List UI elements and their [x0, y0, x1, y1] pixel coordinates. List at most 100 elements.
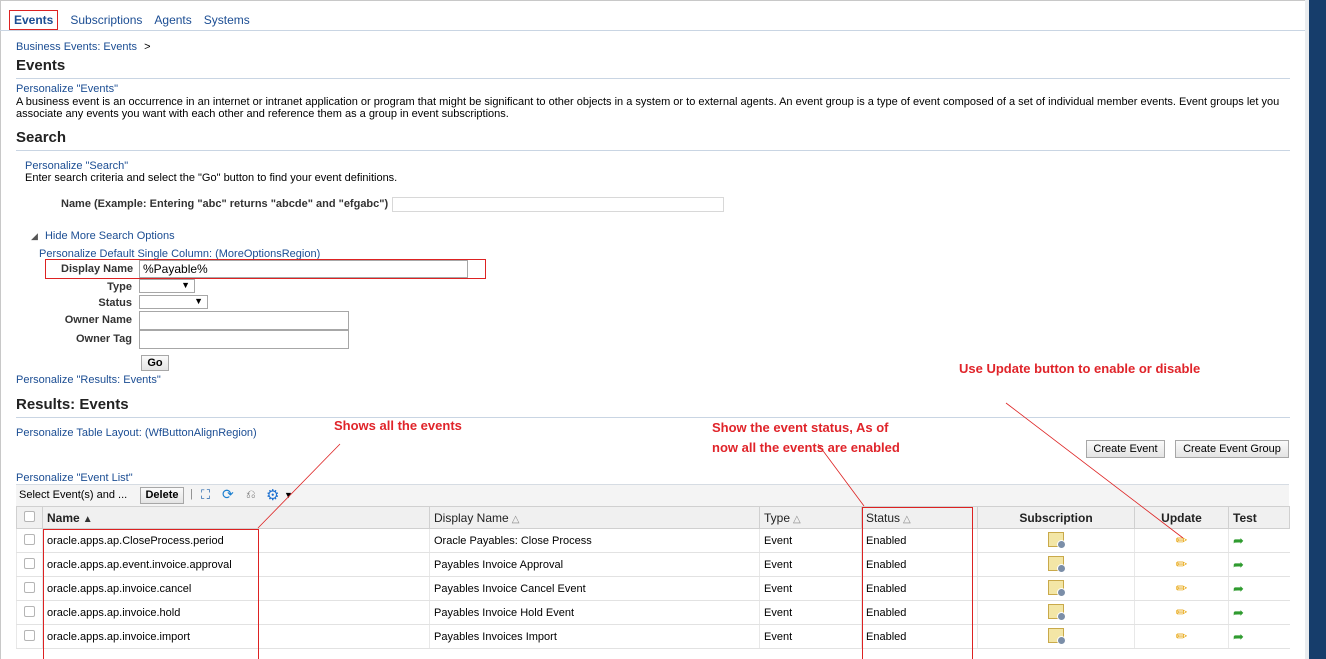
name-column-header[interactable]: Name ▲	[42, 506, 430, 529]
owner-tag-label: Owner Tag	[75, 333, 132, 345]
page-title: Events	[16, 57, 66, 74]
annotation-status-line1: Show the event status, As of	[712, 420, 889, 435]
type-header-label: Type	[764, 510, 791, 525]
tab-systems[interactable]: Systems	[204, 13, 250, 27]
select-events-label: Select Event(s) and ...	[19, 489, 128, 501]
row-checkbox[interactable]	[24, 629, 35, 641]
sort-icon[interactable]: △	[793, 514, 801, 525]
detach-icon[interactable]: ⛶	[201, 487, 210, 503]
row-display-name: Payables Invoice Approval	[429, 552, 760, 577]
results-rule	[16, 417, 1290, 418]
update-pencil-icon[interactable]: ✏	[1176, 604, 1188, 621]
test-icon[interactable]: ➦	[1233, 605, 1244, 621]
delete-button[interactable]: Delete	[140, 487, 184, 504]
refresh-icon[interactable]: ⟳	[222, 486, 234, 503]
search-instructions: Enter search criteria and select the "Go…	[25, 172, 398, 184]
display-name-label: Display Name	[61, 263, 134, 275]
sort-icon[interactable]: △	[512, 514, 520, 525]
table-toolbar: Select Event(s) and ... Delete | ⛶ ⟳ ⎌ ⚙…	[16, 484, 1289, 507]
personalize-table-layout-link[interactable]: Personalize Table Layout: (WfButtonAlign…	[16, 427, 257, 439]
toolbar-separator: |	[190, 488, 193, 500]
row-type: Event	[759, 552, 862, 577]
personalize-events-link[interactable]: Personalize "Events"	[16, 83, 118, 95]
go-button[interactable]: Go	[141, 355, 169, 371]
tab-agents[interactable]: Agents	[154, 13, 191, 27]
row-checkbox[interactable]	[24, 533, 35, 545]
update-pencil-icon[interactable]: ✏	[1176, 556, 1188, 573]
test-icon[interactable]: ➦	[1233, 581, 1244, 597]
row-checkbox[interactable]	[24, 605, 35, 617]
row-display-name: Payables Invoice Cancel Event	[429, 576, 760, 601]
annotation-shows-all: Shows all the events	[334, 418, 462, 433]
select-all-header[interactable]	[16, 506, 43, 529]
right-edge-bar	[1309, 0, 1326, 659]
name-column-highlight	[43, 529, 259, 659]
display-name-input[interactable]	[139, 260, 468, 278]
title-rule	[16, 78, 1290, 79]
sort-ascending-icon[interactable]: ▲	[83, 514, 93, 525]
tab-divider	[0, 30, 1305, 31]
subscription-icon[interactable]	[1048, 555, 1066, 573]
status-column-highlight	[862, 507, 973, 659]
owner-name-input[interactable]	[139, 311, 349, 330]
breadcrumb: Business Events: Events >	[16, 41, 151, 53]
test-icon[interactable]: ➦	[1233, 557, 1244, 573]
hide-more-options-link[interactable]: Hide More Search Options	[45, 230, 175, 242]
name-header-label: Name	[47, 510, 80, 525]
breadcrumb-link[interactable]: Business Events: Events	[16, 41, 137, 53]
breadcrumb-separator: >	[144, 41, 151, 53]
name-input[interactable]	[392, 197, 724, 212]
row-checkbox[interactable]	[24, 557, 35, 569]
row-display-name: Payables Invoices Import	[429, 624, 760, 649]
row-display-name: Payables Invoice Hold Event	[429, 600, 760, 625]
subscription-column-header: Subscription	[977, 506, 1135, 529]
test-icon[interactable]: ➦	[1233, 533, 1244, 549]
update-pencil-icon[interactable]: ✏	[1176, 628, 1188, 645]
hide-more-options[interactable]: ◢ Hide More Search Options	[31, 230, 175, 242]
row-display-name: Oracle Payables: Close Process	[429, 528, 760, 553]
results-title: Results: Events	[16, 396, 129, 413]
dropdown-arrow-icon: ▼	[181, 280, 190, 290]
search-rule	[16, 150, 1290, 151]
tab-bar: Events Subscriptions Agents Systems	[9, 9, 262, 31]
type-column-header[interactable]: Type △	[759, 506, 862, 529]
personalize-event-list-link[interactable]: Personalize "Event List"	[16, 472, 133, 484]
annotation-update-note: Use Update button to enable or disable	[959, 361, 1201, 376]
type-select[interactable]: ▼	[139, 279, 195, 293]
collapse-triangle-icon: ◢	[31, 231, 38, 241]
annotation-status-line2: now all the events are enabled	[712, 440, 900, 455]
table-header-row: Name ▲ Display Name △ Type △ Status △ Subscr…	[16, 506, 1290, 529]
test-icon[interactable]: ➦	[1233, 629, 1244, 645]
owner-tag-input[interactable]	[139, 330, 349, 349]
personalize-search-link[interactable]: Personalize "Search"	[25, 160, 128, 172]
subscription-icon[interactable]	[1048, 579, 1066, 597]
display-name-column-header[interactable]: Display Name △	[429, 506, 760, 529]
settings-gear-icon[interactable]: ⚙	[266, 486, 279, 504]
create-event-button[interactable]: Create Event	[1086, 440, 1165, 458]
update-pencil-icon[interactable]: ✏	[1176, 532, 1188, 549]
search-title: Search	[16, 129, 67, 146]
page-description: A business event is an occurrence in an …	[16, 96, 1280, 120]
status-select[interactable]: ▼	[139, 295, 208, 309]
row-type: Event	[759, 528, 862, 553]
display-name-header-label: Display Name	[434, 510, 509, 525]
undo-icon[interactable]: ⎌	[246, 487, 256, 502]
personalize-results-link[interactable]: Personalize "Results: Events"	[16, 374, 161, 386]
test-column-header: Test	[1228, 506, 1290, 529]
subscription-icon[interactable]	[1048, 627, 1066, 645]
settings-dropdown-icon[interactable]: ▼	[284, 490, 293, 500]
row-checkbox[interactable]	[24, 581, 35, 593]
select-all-checkbox[interactable]	[24, 510, 35, 522]
row-type: Event	[759, 600, 862, 625]
subscription-icon[interactable]	[1048, 531, 1066, 549]
type-label: Type	[107, 281, 132, 293]
row-type: Event	[759, 576, 862, 601]
create-event-group-button[interactable]: Create Event Group	[1175, 440, 1289, 458]
tab-subscriptions[interactable]: Subscriptions	[70, 13, 142, 27]
row-type: Event	[759, 624, 862, 649]
update-pencil-icon[interactable]: ✏	[1176, 580, 1188, 597]
subscription-icon[interactable]	[1048, 603, 1066, 621]
update-column-header: Update	[1134, 506, 1229, 529]
dropdown-arrow-icon: ▼	[194, 296, 203, 306]
tab-events[interactable]: Events	[9, 10, 59, 30]
